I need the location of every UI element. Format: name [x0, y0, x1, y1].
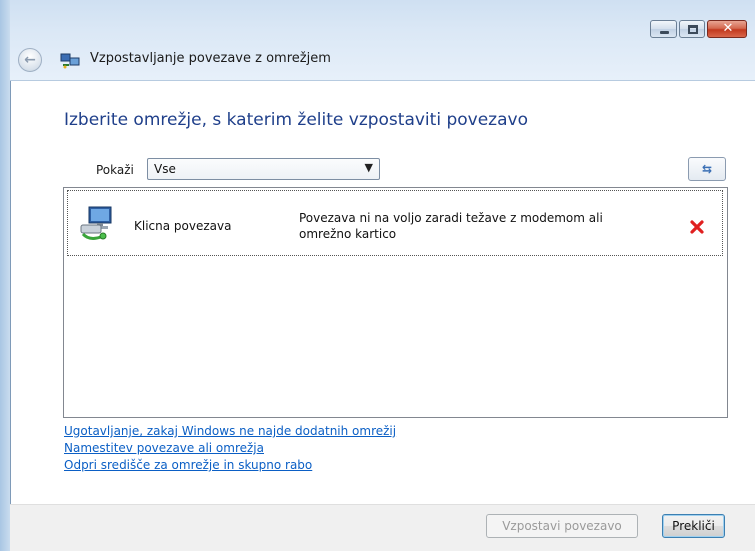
network-list[interactable]: Klicna povezava Povezava ni na voljo zar…	[63, 187, 728, 418]
unavailable-x-icon	[690, 220, 704, 234]
network-status: Povezava ni na voljo zaradi težave z mod…	[299, 210, 629, 242]
link-network-sharing-center[interactable]: Odpri središče za omrežje in skupno rabo	[64, 457, 396, 474]
back-button[interactable]: ←	[18, 48, 42, 72]
link-setup-connection[interactable]: Namestitev povezave ali omrežja	[64, 440, 396, 457]
close-button[interactable]: ✕	[707, 20, 747, 38]
maximize-button[interactable]	[679, 20, 705, 38]
filter-dropdown[interactable]: Vse ▼	[147, 158, 380, 180]
minimize-button[interactable]	[650, 20, 677, 38]
network-wizard-icon	[60, 53, 80, 69]
refresh-button[interactable]: ⇆	[688, 157, 726, 181]
title-bar	[10, 0, 755, 80]
link-why-no-networks[interactable]: Ugotavljanje, zakaj Windows ne najde dod…	[64, 423, 396, 440]
minimize-icon	[660, 31, 669, 34]
cancel-button[interactable]: Prekliči	[662, 514, 725, 538]
network-status-line-1: Povezava ni na voljo zaradi težave z mod…	[299, 211, 603, 225]
page-heading: Izberite omrežje, s katerim želite vzpos…	[64, 110, 528, 130]
dropdown-arrow-icon: ▼	[364, 161, 373, 174]
title-bar-divider	[10, 80, 755, 81]
dial-up-connection-icon	[80, 206, 112, 240]
connect-to-network-window: ✕ ← Vzpostavljanje povezave z omrežjem I…	[0, 0, 755, 551]
filter-selected-value: Vse	[154, 162, 176, 176]
network-name: Klicna povezava	[134, 219, 232, 233]
filter-label: Pokaži	[96, 163, 134, 177]
close-icon: ✕	[722, 21, 734, 36]
window-frame-left	[0, 0, 11, 551]
footer-bar	[10, 505, 755, 551]
maximize-icon	[688, 25, 698, 34]
window-title: Vzpostavljanje povezave z omrežjem	[90, 51, 331, 66]
connect-button[interactable]: Vzpostavi povezavo	[486, 514, 638, 538]
network-status-line-2: omrežno kartico	[299, 227, 397, 241]
back-arrow-icon: ←	[24, 52, 36, 68]
refresh-icon: ⇆	[701, 162, 713, 176]
list-item[interactable]: Klicna povezava Povezava ni na voljo zar…	[67, 190, 723, 256]
help-links: Ugotavljanje, zakaj Windows ne najde dod…	[64, 423, 396, 474]
